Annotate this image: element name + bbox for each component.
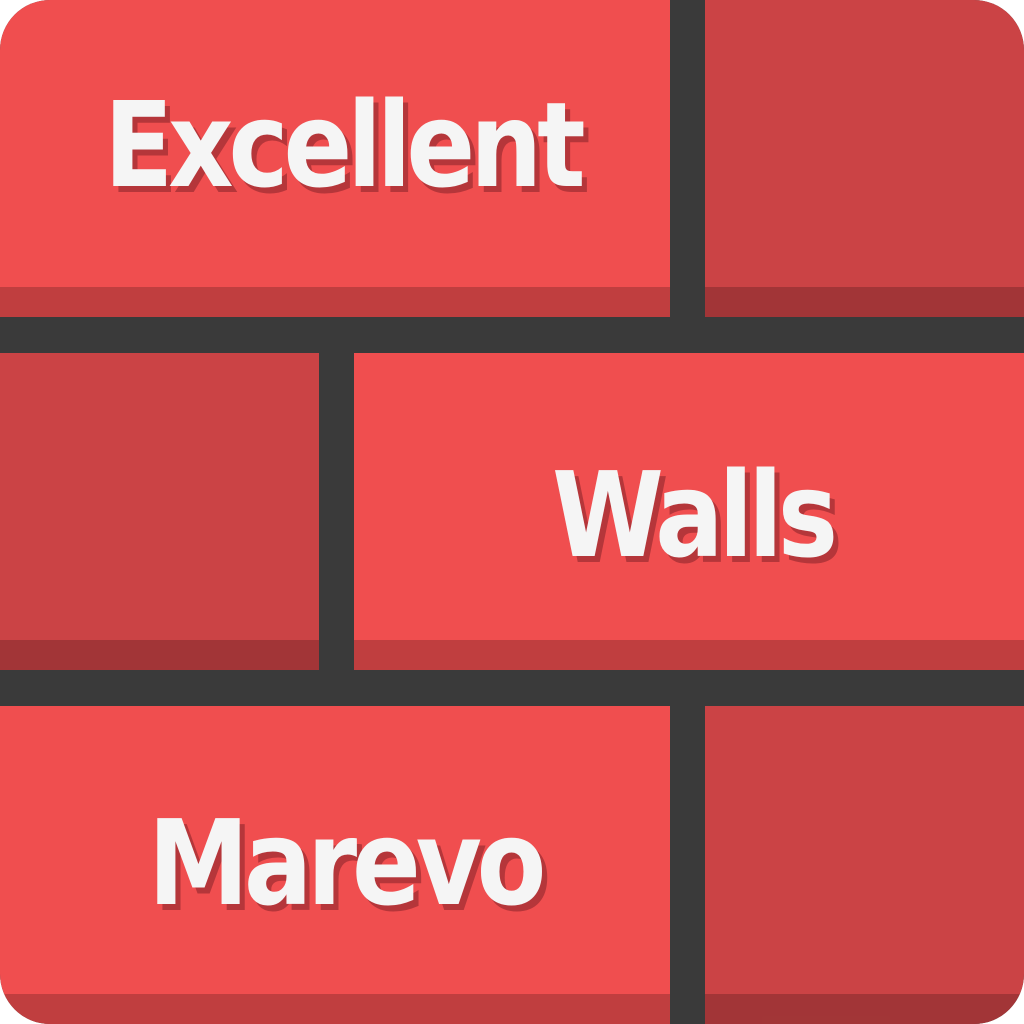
- app-icon: Excellent Walls Marevo: [0, 0, 1024, 1024]
- brick-middle-right: Walls: [354, 353, 1024, 670]
- word-marevo: Marevo: [148, 794, 546, 932]
- word-walls: Walls: [552, 446, 838, 584]
- brick-top-left: Excellent: [0, 0, 670, 317]
- brick-top-right: [705, 0, 1024, 317]
- brick-middle-left: [0, 353, 319, 670]
- brick-bottom-left: Marevo: [0, 706, 670, 1024]
- word-excellent: Excellent: [104, 76, 586, 214]
- brick-bottom-right: [705, 706, 1024, 1024]
